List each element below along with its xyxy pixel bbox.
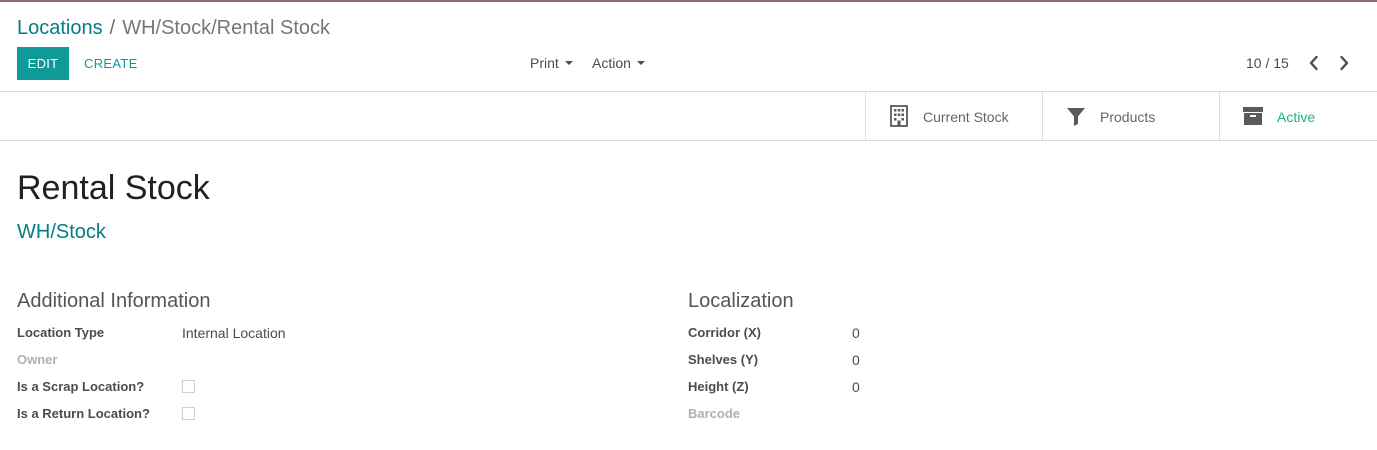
return-location-label: Is a Return Location? <box>17 406 150 421</box>
button-box: Current Stock Products Active <box>0 92 1377 141</box>
record-title: Rental Stock <box>17 169 210 207</box>
products-button[interactable]: Products <box>1042 92 1219 140</box>
return-location-checkbox[interactable] <box>182 407 195 420</box>
shelves-value: 0 <box>852 352 860 368</box>
action-label: Action <box>592 55 631 71</box>
localization-title: Localization <box>688 290 794 312</box>
caret-down-icon <box>636 61 645 65</box>
chevron-right-icon <box>1340 55 1349 71</box>
active-label: Active <box>1277 109 1316 125</box>
breadcrumb-locations-link[interactable]: Locations <box>17 17 103 39</box>
archive-icon <box>1243 107 1263 125</box>
filter-icon <box>1067 108 1085 126</box>
create-button[interactable]: CREATE <box>76 47 146 80</box>
breadcrumb: Locations / WH/Stock/Rental Stock <box>17 16 330 40</box>
scrap-location-label: Is a Scrap Location? <box>17 379 145 394</box>
shelves-label: Shelves (Y) <box>688 352 759 367</box>
breadcrumb-current: WH/Stock/Rental Stock <box>122 17 331 39</box>
form-sheet: Rental Stock WH/Stock Additional Informa… <box>0 141 1377 450</box>
breadcrumb-separator: / <box>109 17 116 39</box>
chevron-left-icon <box>1309 55 1318 71</box>
print-label: Print <box>530 55 559 71</box>
current-stock-button[interactable]: Current Stock <box>865 92 1042 140</box>
action-dropdown[interactable]: Action <box>592 53 645 73</box>
additional-information-title: Additional Information <box>17 290 211 312</box>
location-type-value: Internal Location <box>182 325 286 341</box>
scrap-location-checkbox[interactable] <box>182 380 195 393</box>
edit-button[interactable]: EDIT <box>17 47 69 80</box>
height-value: 0 <box>852 379 860 395</box>
active-toggle-button[interactable]: Active <box>1219 92 1377 140</box>
caret-down-icon <box>564 61 573 65</box>
parent-location-link[interactable]: WH/Stock <box>17 220 106 244</box>
corridor-label: Corridor (X) <box>688 325 761 340</box>
corridor-value: 0 <box>852 325 860 341</box>
print-dropdown[interactable]: Print <box>530 53 573 73</box>
current-stock-label: Current Stock <box>923 109 1009 125</box>
location-type-label: Location Type <box>17 325 105 340</box>
pager-value[interactable]: 10 / 15 <box>1246 54 1289 72</box>
control-panel: Locations / WH/Stock/Rental Stock EDIT CRE… <box>0 2 1377 92</box>
pager-next-button[interactable] <box>1335 53 1353 73</box>
barcode-label: Barcode <box>688 406 741 421</box>
height-label: Height (Z) <box>688 379 749 394</box>
owner-label: Owner <box>17 352 58 367</box>
products-label: Products <box>1100 109 1156 125</box>
building-icon <box>890 105 908 127</box>
pager-previous-button[interactable] <box>1305 53 1323 73</box>
